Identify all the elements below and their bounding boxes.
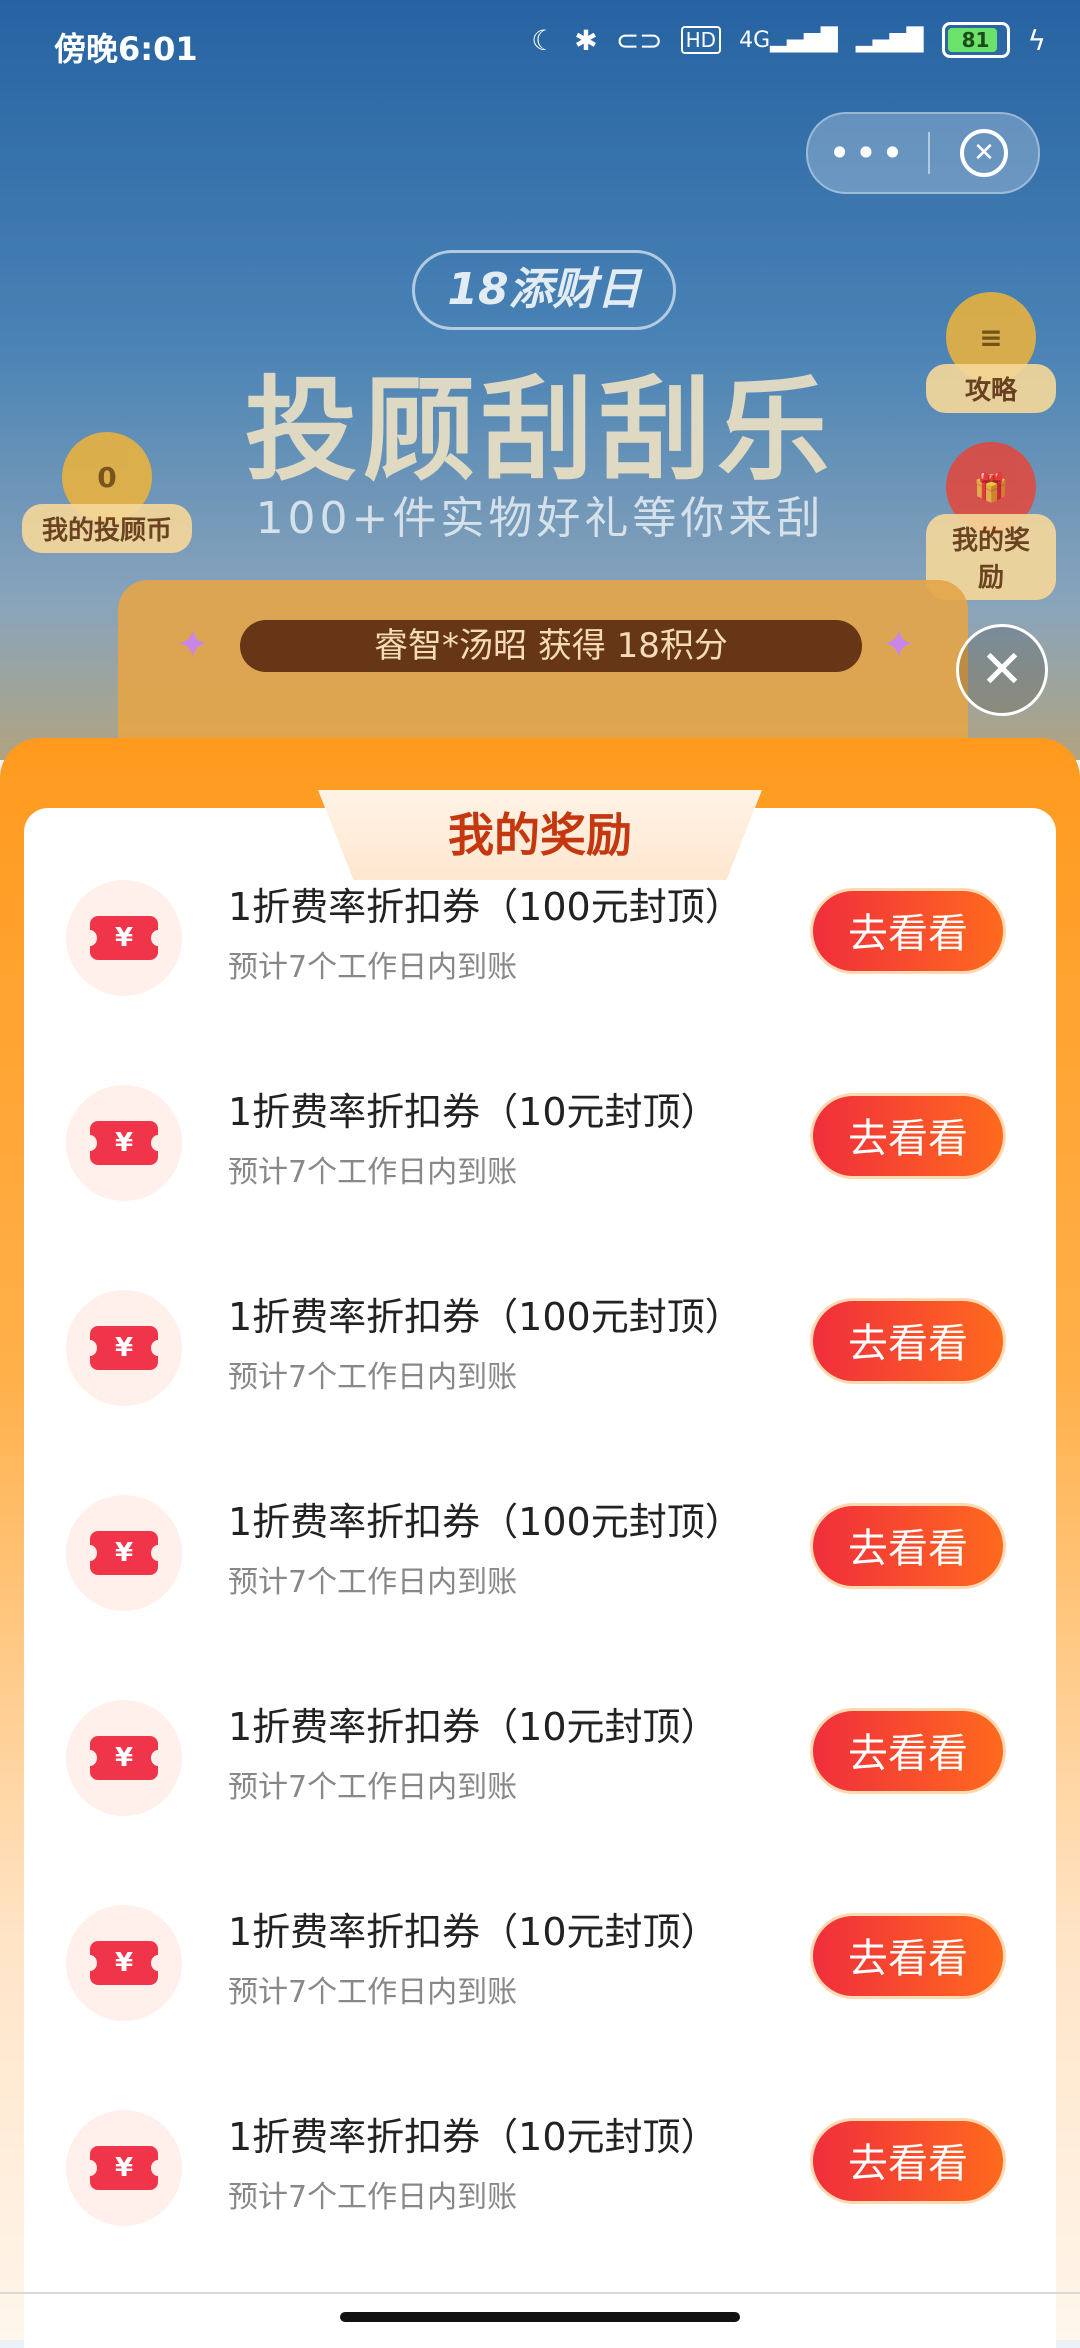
close-circle-icon: ✕ bbox=[960, 129, 1008, 177]
battery-icon: 81 bbox=[941, 22, 1010, 58]
network-label: 4G bbox=[739, 27, 771, 53]
reward-title: 1折费率折扣券（100元封顶） bbox=[228, 885, 743, 929]
my-rewards-button[interactable]: 🎁 我的奖励 bbox=[926, 442, 1056, 600]
coupon-icon: ¥ bbox=[66, 880, 182, 996]
winner-ticker: 睿智*汤昭 获得 18积分 bbox=[240, 620, 862, 672]
reward-title: 1折费率折扣券（10元封顶） bbox=[228, 1705, 719, 1749]
reward-subtitle: 预计7个工作日内到账 bbox=[228, 1565, 518, 1600]
signal-icon: ▂▄▆█ bbox=[855, 27, 924, 53]
link-icon: ⊂⊃ bbox=[615, 23, 663, 57]
reward-item: ¥ 1折费率折扣券（10元封顶） 预计7个工作日内到账 去看看 bbox=[24, 2106, 1056, 2236]
nav-divider bbox=[0, 2292, 1080, 2294]
reward-subtitle: 预计7个工作日内到账 bbox=[228, 950, 518, 985]
sparkle-icon: ✦ bbox=[176, 622, 210, 668]
reward-title: 1折费率折扣券（10元封顶） bbox=[228, 1090, 719, 1134]
status-time: 傍晚6:01 bbox=[54, 30, 198, 68]
coupon-icon: ¥ bbox=[66, 1085, 182, 1201]
reward-subtitle: 预计7个工作日内到账 bbox=[228, 1360, 518, 1395]
sheet-title: 我的奖励 bbox=[448, 808, 632, 862]
reward-subtitle: 预计7个工作日内到账 bbox=[228, 1770, 518, 1805]
bluetooth-icon: ✱ bbox=[574, 23, 598, 57]
reward-subtitle: 预计7个工作日内到账 bbox=[228, 1975, 518, 2010]
my-coins-button[interactable]: 0 我的投顾币 bbox=[22, 432, 192, 553]
battery-level: 81 bbox=[961, 28, 990, 52]
more-menu-button[interactable]: ••• bbox=[808, 131, 928, 175]
strategy-label: 攻略 bbox=[926, 364, 1056, 413]
reward-item: ¥ 1折费率折扣券（100元封顶） 预计7个工作日内到账 去看看 bbox=[24, 1286, 1056, 1416]
charging-icon: ϟ bbox=[1027, 23, 1046, 57]
reward-subtitle: 预计7个工作日内到账 bbox=[228, 2180, 518, 2215]
coupon-icon: ¥ bbox=[66, 1700, 182, 1816]
reward-title: 1折费率折扣券（100元封顶） bbox=[228, 1295, 743, 1339]
mini-program-capsule: ••• ✕ bbox=[806, 112, 1040, 194]
view-reward-button[interactable]: 去看看 bbox=[810, 1708, 1006, 1794]
signal-4g-icon: 4G▂▄▆█ bbox=[739, 27, 838, 53]
view-reward-button[interactable]: 去看看 bbox=[810, 1503, 1006, 1589]
reward-title: 1折费率折扣券（100元封顶） bbox=[228, 1500, 743, 1544]
coupon-icon: ¥ bbox=[66, 1905, 182, 2021]
close-sheet-button[interactable]: ✕ bbox=[956, 624, 1048, 716]
hd-icon: HD bbox=[680, 26, 722, 54]
strategy-button[interactable]: ≡ 攻略 bbox=[926, 292, 1056, 413]
reward-item: ¥ 1折费率折扣券（10元封顶） 预计7个工作日内到账 去看看 bbox=[24, 1696, 1056, 1826]
reward-title: 1折费率折扣券（10元封顶） bbox=[228, 1910, 719, 1954]
reward-item: ¥ 1折费率折扣券（10元封顶） 预计7个工作日内到账 去看看 bbox=[24, 1901, 1056, 2031]
status-bar: 傍晚6:01 ☾ ✱ ⊂⊃ HD 4G▂▄▆█ ▂▄▆█ 81 ϟ bbox=[0, 0, 1080, 90]
reward-item: ¥ 1折费率折扣券（10元封顶） 预计7个工作日内到账 去看看 bbox=[24, 1081, 1056, 1211]
reward-item: ¥ 1折费率折扣券（100元封顶） 预计7个工作日内到账 去看看 bbox=[24, 876, 1056, 1006]
home-indicator[interactable] bbox=[340, 2312, 740, 2322]
view-reward-button[interactable]: 去看看 bbox=[810, 1298, 1006, 1384]
event-badge: 18添财日 bbox=[412, 250, 676, 330]
view-reward-button[interactable]: 去看看 bbox=[810, 1093, 1006, 1179]
moon-icon: ☾ bbox=[531, 23, 557, 57]
coupon-icon: ¥ bbox=[66, 1290, 182, 1406]
status-icons: ☾ ✱ ⊂⊃ HD 4G▂▄▆█ ▂▄▆█ 81 ϟ bbox=[531, 22, 1046, 58]
exit-mini-program-button[interactable]: ✕ bbox=[930, 129, 1038, 177]
coupon-icon: ¥ bbox=[66, 2110, 182, 2226]
view-reward-button[interactable]: 去看看 bbox=[810, 888, 1006, 974]
coupon-icon: ¥ bbox=[66, 1495, 182, 1611]
view-reward-button[interactable]: 去看看 bbox=[810, 1913, 1006, 1999]
view-reward-button[interactable]: 去看看 bbox=[810, 2118, 1006, 2204]
sparkle-icon: ✦ bbox=[882, 622, 916, 668]
reward-subtitle: 预计7个工作日内到账 bbox=[228, 1155, 518, 1190]
my-coins-label: 我的投顾币 bbox=[22, 504, 192, 553]
reward-title: 1折费率折扣券（10元封顶） bbox=[228, 2115, 719, 2159]
reward-item: ¥ 1折费率折扣券（100元封顶） 预计7个工作日内到账 去看看 bbox=[24, 1491, 1056, 1621]
coin-count: 0 bbox=[97, 460, 117, 494]
rewards-sheet: 我的奖励 ¥ 1折费率折扣券（100元封顶） 预计7个工作日内到账 去看看 ¥ … bbox=[0, 738, 1080, 2348]
